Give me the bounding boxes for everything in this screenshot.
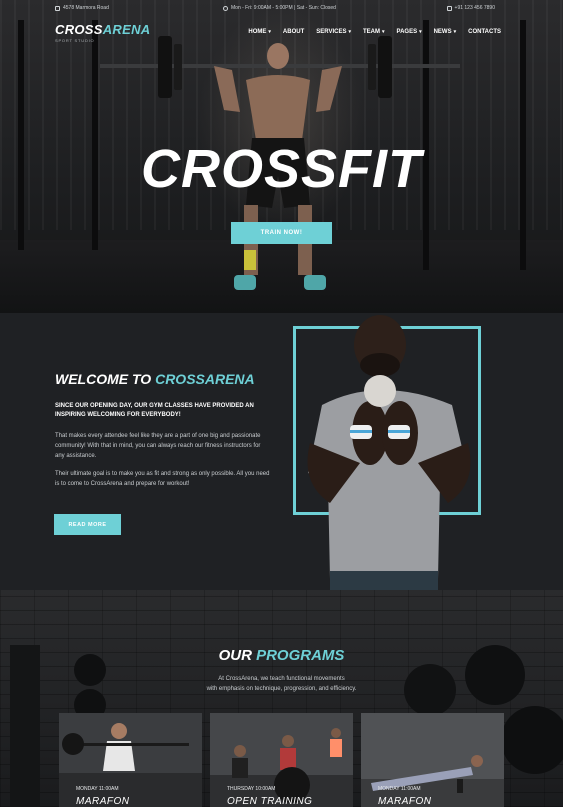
programs-subtitle-line1: At CrossArena, we teach functional movem…	[218, 676, 345, 682]
nav-item-home[interactable]: HOME ▾	[248, 29, 271, 35]
program-schedule: MONDAY 11:00AM	[76, 786, 119, 792]
chevron-down-icon: ▾	[382, 29, 385, 35]
nav-label: SERVICES	[316, 29, 347, 35]
logo-wordmark: CROSSARENA	[55, 22, 150, 37]
program-card[interactable]: MONDAY 11:00AM MARAFON	[361, 713, 504, 807]
welcome-title: WELCOME TO CROSSARENA	[55, 371, 255, 387]
nav-label: PAGES	[396, 29, 418, 35]
nav-label: NEWS	[433, 29, 452, 35]
programs-subtitle-line2: with emphasis on technique, progression,…	[206, 686, 357, 692]
welcome-lead: SINCE OUR OPENING DAY, OUR GYM CLASSES H…	[55, 403, 254, 418]
welcome-title-part1: WELCOME TO	[55, 371, 152, 387]
nav-item-pages[interactable]: PAGES ▾	[397, 29, 422, 35]
hours-text: Mon - Fri: 9:00AM - 5:00PM | Sat - Sun: …	[231, 5, 336, 11]
welcome-paragraph-2: Their ultimate goal is to make you as fi…	[55, 471, 270, 487]
program-schedule: MONDAY 11:00AM	[378, 786, 421, 792]
nav-label: ABOUT	[282, 29, 305, 35]
topbar-phone[interactable]: +91 123 456 7890	[446, 5, 495, 11]
phone-text[interactable]: +91 123 456 7890	[455, 5, 495, 11]
program-title: OPEN TRAINING	[227, 796, 313, 807]
trainer-image	[307, 315, 471, 590]
nav-item-about[interactable]: ABOUT	[283, 29, 304, 35]
nav-label: HOME	[248, 29, 267, 35]
program-photo	[210, 713, 353, 807]
program-schedule: THURSDAY 10:00AM	[227, 786, 276, 792]
program-photo	[59, 713, 202, 807]
logo-tagline: SPORT STUDIO	[55, 38, 95, 43]
topbar-hours: Mon - Fri: 9:00AM - 5:00PM | Sat - Sun: …	[223, 5, 336, 11]
welcome-title-part2: CROSSARENA	[155, 371, 255, 387]
programs-section: OUR PROGRAMS At CrossArena, we teach fun…	[0, 590, 563, 807]
chevron-down-icon: ▾	[453, 29, 457, 35]
program-photo	[361, 713, 504, 807]
program-card[interactable]: MONDAY 11:00AM MARAFON	[59, 713, 202, 807]
read-more-button[interactable]: READ MORE	[54, 514, 121, 535]
chevron-down-icon: ▾	[348, 29, 351, 35]
chevron-down-icon: ▾	[419, 29, 422, 35]
chevron-down-icon: ▾	[268, 29, 271, 35]
programs-title: OUR PROGRAMS	[0, 647, 563, 664]
welcome-paragraph-1: That makes every attendee feel like they…	[55, 433, 261, 459]
nav-label: CONTACTS	[468, 29, 501, 35]
welcome-section: WELCOME TO CROSSARENA SINCE OUR OPENING …	[0, 313, 563, 590]
nav-item-services[interactable]: SERVICES ▾	[316, 29, 351, 35]
logo-part2: ARENA	[102, 22, 151, 37]
program-card[interactable]: THURSDAY 10:00AM OPEN TRAINING	[210, 713, 353, 807]
program-title: MARAFON	[76, 796, 130, 807]
programs-title-part2: PROGRAMS	[256, 647, 345, 664]
program-title: MARAFON	[378, 796, 432, 807]
programs-subtitle: At CrossArena, we teach functional movem…	[0, 674, 563, 694]
main-nav: HOME ▾ ABOUT SERVICES ▾ TEAM ▾ PAGES ▾ NEWS ▾…	[248, 29, 501, 35]
logo-part1: CROSS	[55, 22, 103, 37]
nav-item-team[interactable]: TEAM ▾	[363, 29, 385, 35]
phone-icon	[446, 5, 452, 11]
programs-title-part1: OUR	[218, 647, 252, 664]
topbar: 4578 Marmora Road Mon - Fri: 9:00AM - 5:…	[0, 0, 563, 16]
train-now-button[interactable]: TRAIN NOW!	[231, 222, 332, 244]
nav-item-news[interactable]: NEWS ▾	[434, 29, 457, 35]
logo[interactable]: CROSSARENA SPORT STUDIO	[55, 22, 150, 43]
hero-title: CROSSFIT	[140, 139, 422, 199]
nav-item-contacts[interactable]: CONTACTS	[468, 29, 501, 35]
address-text: 4578 Marmora Road	[63, 5, 109, 11]
hero-section: 4578 Marmora Road Mon - Fri: 9:00AM - 5:…	[0, 0, 563, 313]
clock-icon	[223, 5, 228, 11]
topbar-address: 4578 Marmora Road	[55, 5, 109, 11]
nav-label: TEAM	[363, 29, 380, 35]
location-icon	[55, 5, 60, 11]
